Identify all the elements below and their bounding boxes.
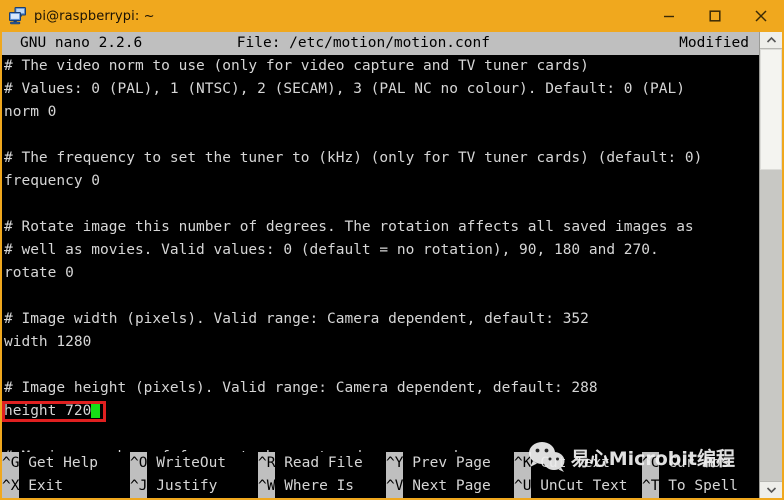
nano-header-bar: GNU nano 2.2.6 File: /etc/motion/motion.… [2,32,759,55]
shortcut-key: ^V [386,475,404,498]
shortcut-label: Cur Pos [659,455,730,471]
shortcut-label: Prev Page [403,455,491,471]
terminal-computers-icon [8,6,28,26]
close-button[interactable] [738,0,784,32]
scrollbar-track[interactable] [760,49,782,481]
nano-text-line: # Image width (pixels). Valid range: Cam… [4,311,589,327]
shortcut-label: Where Is [275,478,355,494]
shortcut-label: WriteOut [147,455,227,471]
nano-shortcut-bar: ^G Get Help ^O WriteOut ^R Read File ^Y Pre… [2,452,759,498]
shortcut-label: Justify [147,478,218,494]
shortcut-label: Exit [19,478,64,494]
shortcut-read-file[interactable]: ^R Read File [258,452,386,475]
nano-modified-status: Modified [679,35,749,51]
text-cursor [91,403,101,418]
window-titlebar[interactable]: pi@raspberrypi: ~ [0,0,784,32]
shortcut-to-spell[interactable]: ^T To Spell [642,475,759,498]
nano-text-line: # well as movies. Valid values: 0 (defau… [4,242,659,258]
nano-text-line: norm 0 [4,104,57,120]
shortcut-key: ^Y [386,452,404,475]
shortcut-key: ^X [2,475,20,498]
terminal-screen[interactable]: GNU nano 2.2.6 File: /etc/motion/motion.… [2,32,759,498]
shortcut-next-page[interactable]: ^V Next Page [386,475,514,498]
shortcut-key: ^G [2,452,20,475]
shortcut-uncut-text[interactable]: ^U UnCut Text [514,475,642,498]
close-icon [755,10,767,22]
shortcut-prev-page[interactable]: ^Y Prev Page [386,452,514,475]
terminal-window: pi@raspberrypi: ~ GNU nano 2.2.6 File: /… [0,0,784,500]
nano-file-label: File: /etc/motion/motion.conf [236,35,490,51]
nano-text-line: # Rotate image this number of degrees. T… [4,219,694,235]
shortcut-label: Get Help [19,455,99,471]
maximize-icon [709,10,721,22]
chevron-down-icon [766,487,776,494]
shortcut-label: Next Page [403,478,491,494]
nano-text-line [4,285,759,308]
nano-text-area[interactable]: # The video norm to use (only for video … [2,55,759,498]
scroll-up-button[interactable] [760,32,782,49]
nano-text-line: frequency 0 [4,173,101,189]
minimize-button[interactable] [646,0,692,32]
shortcut-key: ^K [514,452,532,475]
nano-text-line: width 1280 [4,334,92,350]
vertical-scrollbar[interactable] [759,32,784,498]
chevron-up-icon [766,36,776,43]
shortcut-label: UnCut Text [531,478,628,494]
window-controls [646,0,784,32]
nano-text-line: # The video norm to use (only for video … [4,58,589,74]
shortcut-row-1: ^G Get Help ^O WriteOut ^R Read File ^Y Pre… [2,452,759,475]
shortcut-key: ^W [258,475,276,498]
window-title: pi@raspberrypi: ~ [34,8,155,24]
shortcut-get-help[interactable]: ^G Get Help [2,452,130,475]
nano-text-line: rotate 0 [4,265,74,281]
shortcut-key: ^C [642,452,660,475]
shortcut-label: To Spell [659,478,739,494]
nano-text-line: height 720 [2,400,759,423]
shortcut-row-2: ^X Exit ^J Justify ^W Where Is ^V Next Page… [2,475,759,498]
nano-text-line [4,423,759,446]
nano-text-line: # Image height (pixels). Valid range: Ca… [4,380,598,396]
maximize-button[interactable] [692,0,738,32]
shortcut-where-is[interactable]: ^W Where Is [258,475,386,498]
shortcut-exit[interactable]: ^X Exit [2,475,130,498]
shortcut-key: ^R [258,452,276,475]
shortcut-key: ^J [130,475,148,498]
nano-text-line: # The frequency to set the tuner to (kHz… [4,150,703,166]
shortcut-key: ^T [642,475,660,498]
minimize-icon [664,15,674,18]
shortcut-label: Cut Text [531,455,611,471]
scroll-down-button[interactable] [760,481,782,498]
shortcut-key: ^U [514,475,532,498]
scrollbar-thumb[interactable] [760,49,782,170]
nano-text-line [4,193,759,216]
shortcut-writeout[interactable]: ^O WriteOut [130,452,258,475]
nano-text-line [4,124,759,147]
shortcut-label: Read File [275,455,363,471]
nano-line-text: height 720 [4,403,92,419]
nano-version: GNU nano 2.2.6 [20,35,143,51]
shortcut-justify[interactable]: ^J Justify [130,475,258,498]
terminal-body-wrap: GNU nano 2.2.6 File: /etc/motion/motion.… [0,32,784,500]
shortcut-cur-pos[interactable]: ^C Cur Pos [642,452,759,475]
nano-text-line [4,354,759,377]
shortcut-key: ^O [130,452,148,475]
shortcut-cut-text[interactable]: ^K Cut Text [514,452,642,475]
nano-text-line: # Values: 0 (PAL), 1 (NTSC), 2 (SECAM), … [4,81,685,97]
